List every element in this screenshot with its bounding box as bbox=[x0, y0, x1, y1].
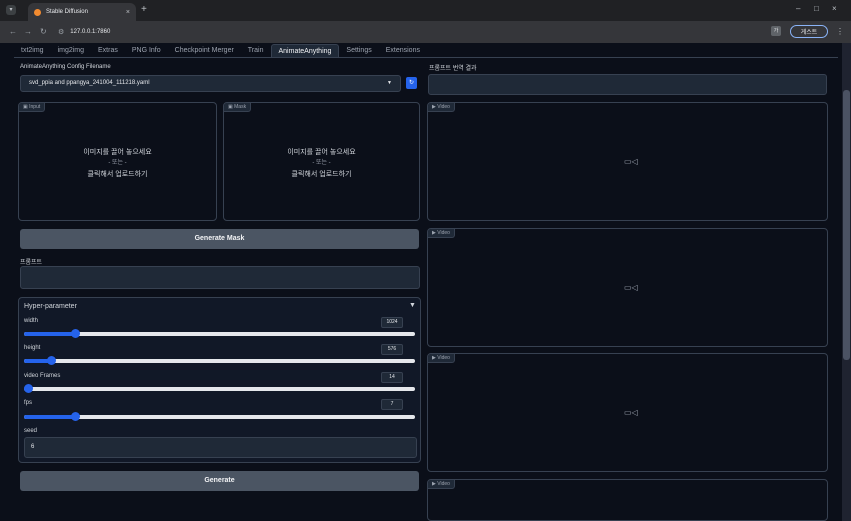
seed-input[interactable]: 6 bbox=[24, 437, 417, 458]
video-output-4[interactable]: ▶ Video bbox=[427, 479, 828, 521]
height-value[interactable]: 576 bbox=[381, 344, 403, 355]
collapse-toggle-icon[interactable]: ▼ bbox=[409, 302, 416, 309]
profile-label: 게스트 bbox=[800, 30, 818, 36]
fps-slider[interactable] bbox=[24, 412, 415, 421]
prompt-input[interactable] bbox=[20, 266, 420, 289]
address-bar: ← → ↻ ⚙ 127.0.0.1:7860 가 게스트 ⋮ bbox=[0, 21, 851, 43]
video-camera-icon: ▭◁ bbox=[624, 157, 638, 166]
tab-extras[interactable]: Extras bbox=[91, 44, 125, 57]
mask-drop-line2: - 또는 - bbox=[312, 160, 331, 166]
new-tab-button[interactable]: + bbox=[141, 4, 147, 15]
tab-search-icon[interactable]: ▾ bbox=[6, 5, 16, 15]
mask-drop-zone[interactable]: 이미지를 끌어 놓으세요 - 또는 - 클릭해서 업로드하기 bbox=[224, 147, 419, 180]
video-camera-icon: ▭◁ bbox=[624, 283, 638, 292]
width-slider-fill bbox=[24, 332, 75, 336]
profile-button[interactable]: 게스트 bbox=[790, 25, 828, 38]
maximize-icon[interactable]: □ bbox=[814, 4, 819, 13]
fps-label: fps bbox=[24, 400, 33, 406]
back-icon[interactable]: ← bbox=[9, 27, 17, 36]
video-frames-slider-thumb[interactable] bbox=[23, 384, 33, 393]
width-label: width bbox=[24, 318, 39, 324]
input-tag: Input bbox=[29, 104, 41, 110]
video-tag-4: Video bbox=[437, 481, 450, 487]
video-output-3[interactable]: ▶ Video ▭◁ bbox=[427, 353, 828, 472]
refresh-button[interactable]: ↻ bbox=[406, 77, 417, 89]
tab-settings[interactable]: Settings bbox=[339, 44, 378, 57]
input-drop-zone[interactable]: 이미지를 끌어 놓으세요 - 또는 - 클릭해서 업로드하기 bbox=[19, 147, 216, 180]
seed-label: seed bbox=[24, 428, 38, 434]
input-drop-line3: 클릭해서 업로드하기 bbox=[87, 171, 148, 178]
browser-tab[interactable]: Stable Diffusion × bbox=[28, 3, 136, 21]
video-output-2[interactable]: ▶ Video ▭◁ bbox=[427, 228, 828, 347]
tab-divider bbox=[14, 57, 838, 58]
mask-drop-line3: 클릭해서 업로드하기 bbox=[291, 171, 352, 178]
prompt-label: 프롬프트 bbox=[20, 260, 43, 266]
mask-image-upload[interactable]: ▣ Mask 이미지를 끌어 놓으세요 - 또는 - 클릭해서 업로드하기 bbox=[223, 102, 420, 221]
tab-extensions[interactable]: Extensions bbox=[379, 44, 427, 57]
tab-png-info[interactable]: PNG Info bbox=[125, 44, 168, 57]
browser-menu-icon[interactable]: ⋮ bbox=[836, 27, 844, 36]
width-slider[interactable] bbox=[24, 329, 415, 338]
input-drop-line2: - 또는 - bbox=[108, 160, 127, 166]
minimize-icon[interactable]: – bbox=[796, 4, 800, 13]
tab-img2img[interactable]: img2img bbox=[51, 44, 91, 57]
window-close-icon[interactable]: × bbox=[832, 4, 837, 13]
mask-drop-line1: 이미지를 끌어 놓으세요 bbox=[287, 149, 356, 156]
reload-icon[interactable]: ↻ bbox=[40, 27, 47, 36]
site-info-icon[interactable]: ⚙ bbox=[58, 28, 64, 36]
fps-slider-fill bbox=[24, 415, 75, 419]
config-value: svd_ppia and ppangya_241004_111218.yaml bbox=[29, 80, 150, 86]
hyper-parameter-section: Hyper-parameter ▼ width 1024 height 576 … bbox=[18, 297, 421, 463]
refresh-icon: ↻ bbox=[408, 80, 415, 86]
mask-tag: Mask bbox=[234, 104, 247, 110]
config-dropdown[interactable]: svd_ppia and ppangya_241004_111218.yaml … bbox=[20, 75, 401, 92]
browser-tab-title: Stable Diffusion bbox=[46, 9, 88, 15]
main-tabs: txt2img img2img Extras PNG Info Checkpoi… bbox=[14, 44, 427, 57]
tab-train[interactable]: Train bbox=[241, 44, 271, 57]
translate-icon[interactable]: 가 bbox=[771, 26, 781, 36]
favicon-icon bbox=[34, 8, 41, 16]
translation-output[interactable] bbox=[428, 74, 827, 95]
page-scrollbar-thumb[interactable] bbox=[843, 90, 850, 360]
hyper-title: Hyper-parameter bbox=[24, 303, 77, 310]
video-camera-icon: ▭◁ bbox=[624, 408, 638, 417]
video-frames-slider[interactable] bbox=[23, 384, 415, 393]
height-label: height bbox=[24, 345, 41, 351]
tab-animateanything[interactable]: AnimateAnything bbox=[270, 44, 340, 57]
height-slider-thumb[interactable] bbox=[47, 356, 57, 365]
width-slider-thumb[interactable] bbox=[70, 329, 80, 338]
url-input[interactable]: ⚙ 127.0.0.1:7860 bbox=[58, 25, 758, 39]
video-frames-label: video Frames bbox=[24, 373, 61, 379]
tab-txt2img[interactable]: txt2img bbox=[14, 44, 51, 57]
generate-mask-button[interactable]: Generate Mask bbox=[20, 229, 419, 249]
tab-checkpoint-merger[interactable]: Checkpoint Merger bbox=[168, 44, 241, 57]
browser-tab-strip: ▾ Stable Diffusion × + – □ × bbox=[0, 0, 851, 21]
video-frames-value[interactable]: 14 bbox=[381, 372, 403, 383]
generate-button[interactable]: Generate bbox=[20, 471, 419, 491]
fps-slider-thumb[interactable] bbox=[70, 412, 80, 421]
video-tag-2: Video bbox=[437, 230, 450, 236]
input-drop-line1: 이미지를 끌어 놓으세요 bbox=[83, 149, 152, 156]
chevron-down-icon: ▼ bbox=[387, 80, 392, 86]
input-image-upload[interactable]: ▣ Input 이미지를 끌어 놓으세요 - 또는 - 클릭해서 업로드하기 bbox=[18, 102, 217, 221]
close-tab-icon[interactable]: × bbox=[126, 9, 130, 16]
video-output-1[interactable]: ▶ Video ▭◁ bbox=[427, 102, 828, 221]
forward-icon[interactable]: → bbox=[24, 27, 32, 36]
translation-label: 프롬프트 번역 결과 bbox=[429, 66, 477, 72]
width-value[interactable]: 1024 bbox=[381, 317, 403, 328]
video-tag-3: Video bbox=[437, 355, 450, 361]
fps-value[interactable]: 7 bbox=[381, 399, 403, 410]
height-slider[interactable] bbox=[24, 356, 415, 365]
config-label: AnimateAnything Config Filename bbox=[20, 64, 111, 70]
video-tag-1: Video bbox=[437, 104, 450, 110]
url-text: 127.0.0.1:7860 bbox=[70, 29, 111, 35]
